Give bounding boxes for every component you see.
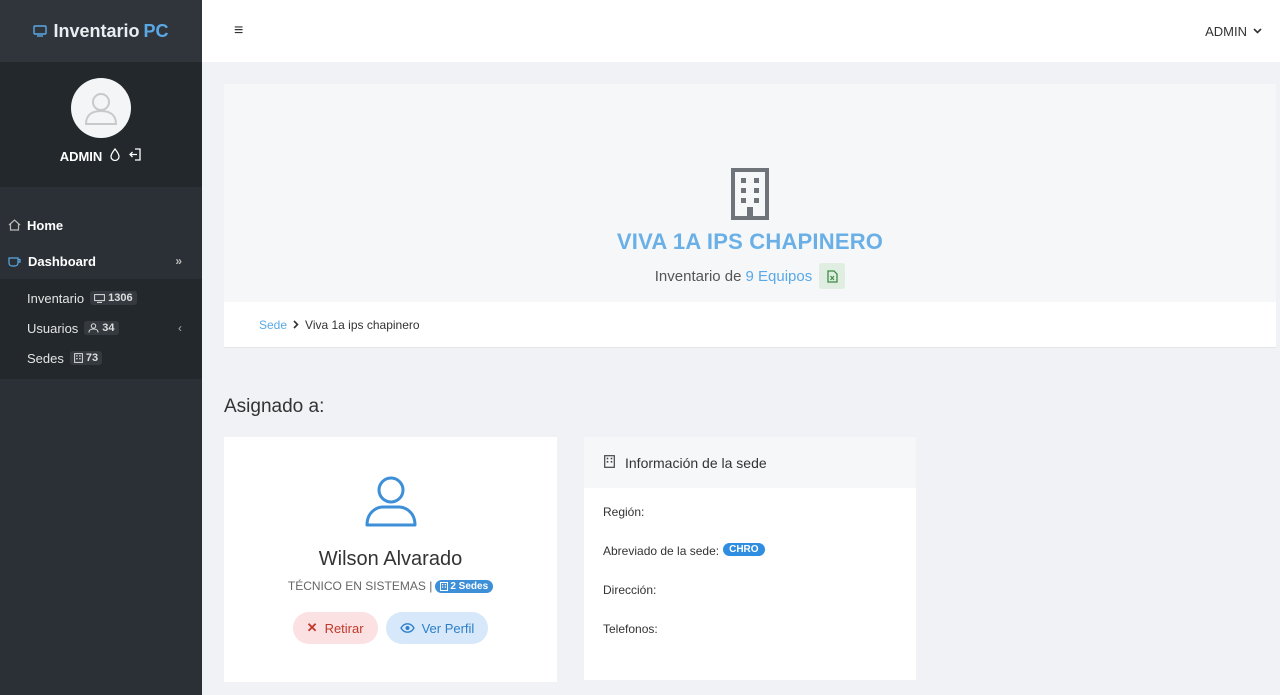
sidebar-item-dashboard[interactable]: Dashboard » (0, 243, 202, 279)
info-abreviado: Abreviado de la sede: CHRO (603, 543, 916, 583)
card-title: Información de la sede (625, 454, 767, 471)
user-name: Wilson Alvarado (318, 548, 463, 570)
sidebar-item-inventario[interactable]: Inventario 1306 (0, 283, 202, 313)
sidebar-item-label: Dashboard (28, 253, 96, 269)
sidebar-nav: Home Dashboard » Inventario 1306 Usuario… (0, 187, 202, 379)
role-text: TÉCNICO EN SISTEMAS | (287, 579, 433, 593)
ver-perfil-button[interactable]: Ver Perfil (385, 612, 489, 644)
building-icon (440, 581, 449, 591)
excel-export-icon[interactable] (819, 263, 846, 289)
brand-logo[interactable]: Inventario PC (0, 0, 202, 62)
building-icon (73, 353, 83, 363)
profile-name: ADMIN (59, 148, 103, 164)
chevron-left-icon[interactable]: ‹ (178, 321, 182, 335)
building-icon (729, 168, 771, 225)
count-badge: 73 (69, 351, 103, 365)
sidebar-item-label: Home (27, 217, 64, 233)
count-badge: 1306 (90, 291, 137, 305)
info-direccion: Dirección: (603, 583, 916, 622)
sidebar: Inventario PC ADMIN Home Dashboard » Inv… (0, 0, 202, 695)
sedes-badge[interactable]: 2 Sedes (435, 579, 494, 593)
sidebar-item-home[interactable]: Home (0, 207, 202, 243)
monitor-icon (94, 293, 105, 303)
telefonos-label: Telefonos: (603, 622, 658, 636)
ver-perfil-label: Ver Perfil (421, 620, 475, 636)
page-title: VIVA 1A IPS CHAPINERO (616, 229, 884, 254)
card-header: Información de la sede (584, 437, 916, 488)
chevron-double-down-icon[interactable]: » (175, 254, 182, 268)
user-menu-label: ADMIN (1205, 23, 1247, 39)
abreviado-label: Abreviado de la sede: (603, 544, 720, 558)
dashboard-submenu: Inventario 1306 Usuarios 34 ‹ Sedes 73 (0, 279, 202, 379)
monitor-icon (33, 21, 49, 42)
theme-drop-icon[interactable] (110, 147, 120, 164)
chevron-right-icon (293, 318, 299, 332)
retirar-button[interactable]: ✕ Retirar (292, 612, 378, 644)
sedes-badge-label: 2 Sedes (450, 580, 489, 592)
coffee-cup-icon (8, 255, 22, 268)
user-profile-panel: ADMIN (0, 62, 202, 187)
user-icon (363, 475, 419, 532)
eye-icon (399, 621, 415, 636)
breadcrumb-link-sede[interactable]: Sede (259, 318, 287, 332)
brand-name-part2: PC (143, 20, 169, 41)
sede-hero: VIVA 1A IPS CHAPINERO Inventario de 9 Eq… (224, 84, 1276, 302)
abreviado-badge: CHRO (723, 543, 765, 556)
count-value: 73 (85, 352, 99, 364)
equipment-count-link[interactable]: 9 Equipos (746, 268, 813, 285)
sidebar-item-label: Sedes (27, 350, 64, 366)
breadcrumb: Sede Viva 1a ips chapinero (224, 302, 1276, 348)
user-role: TÉCNICO EN SISTEMAS | 2 Sedes (287, 579, 494, 593)
info-telefonos: Telefonos: (603, 622, 916, 661)
sidebar-item-label: Usuarios (27, 320, 79, 336)
topbar: ≡ ADMIN (202, 0, 1280, 62)
inventory-summary: Inventario de 9 Equipos (654, 263, 846, 289)
logout-icon[interactable] (128, 148, 142, 164)
sidebar-item-label: Inventario (27, 290, 85, 306)
count-value: 1306 (108, 292, 133, 304)
users-icon (88, 323, 99, 333)
count-value: 34 (102, 322, 115, 334)
user-avatar-icon (84, 93, 118, 125)
user-menu[interactable]: ADMIN (1205, 24, 1262, 39)
sede-info-card: Información de la sede Región: Abreviado… (584, 437, 916, 680)
region-label: Región: (603, 505, 645, 519)
inventory-prefix: Inventario de (654, 267, 742, 285)
breadcrumb-current: Viva 1a ips chapinero (305, 317, 420, 332)
avatar (71, 78, 131, 138)
building-icon (604, 454, 615, 471)
sidebar-item-usuarios[interactable]: Usuarios 34 ‹ (0, 313, 202, 343)
retirar-label: Retirar (324, 620, 364, 636)
count-badge: 34 (84, 321, 119, 335)
menu-toggle-icon[interactable]: ≡ (234, 22, 243, 40)
chevron-down-icon (1253, 28, 1262, 34)
home-icon (8, 219, 21, 231)
info-region: Región: (603, 505, 916, 544)
close-icon: ✕ (306, 620, 318, 635)
brand-name-part1: Inventario (53, 20, 140, 41)
sidebar-item-sedes[interactable]: Sedes 73 (0, 343, 202, 373)
assigned-user-card: Wilson Alvarado TÉCNICO EN SISTEMAS | 2 … (224, 437, 557, 682)
direccion-label: Dirección: (603, 583, 657, 597)
section-title: Asignado a: (224, 396, 325, 417)
